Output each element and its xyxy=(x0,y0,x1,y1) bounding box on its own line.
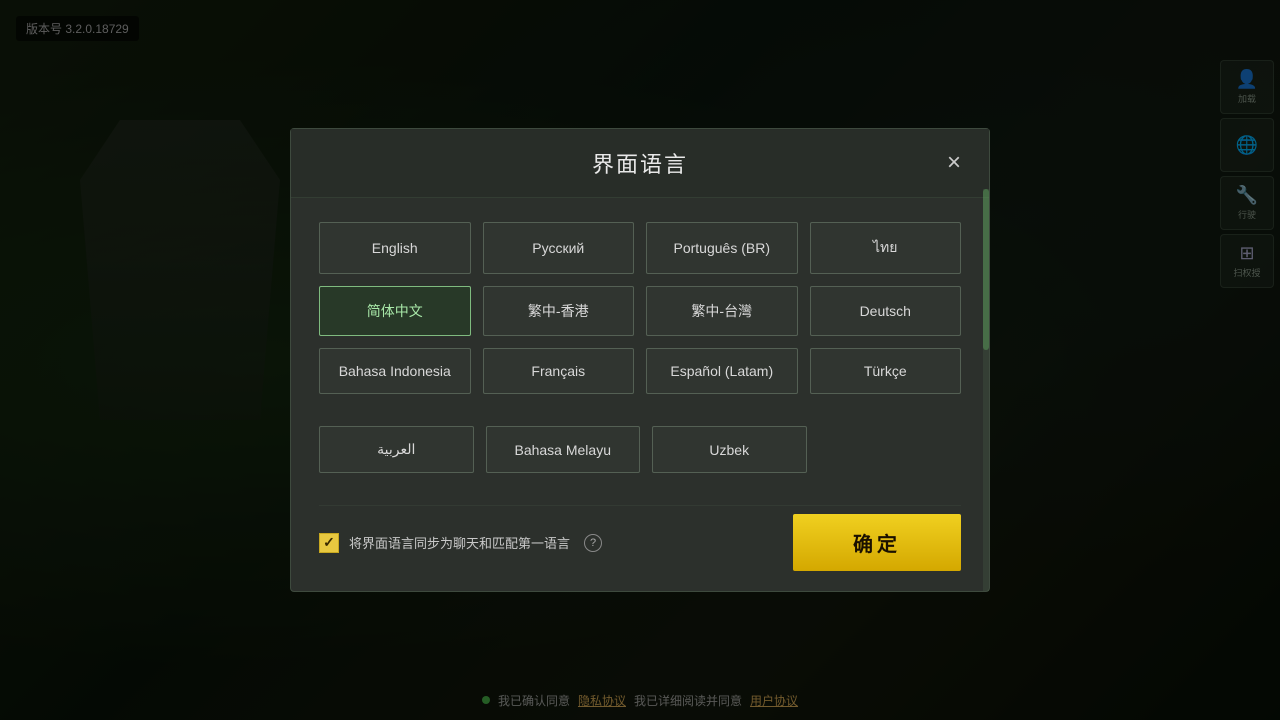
lang-btn-english[interactable]: English xyxy=(319,222,471,274)
modal-scrollbar-thumb xyxy=(983,189,989,350)
modal-scrollbar xyxy=(983,189,989,591)
lang-btn-uzbek[interactable]: Uzbek xyxy=(652,426,807,473)
lang-btn-bahasa-melayu[interactable]: Bahasa Melayu xyxy=(486,426,641,473)
modal-footer: ✓ 将界面语言同步为聊天和匹配第一语言 ? 确定 xyxy=(319,505,961,571)
checkmark-icon: ✓ xyxy=(323,534,335,551)
modal-title: 界面语言 xyxy=(592,147,688,179)
lang-btn-deutsch[interactable]: Deutsch xyxy=(810,286,962,336)
sync-label: 将界面语言同步为聊天和匹配第一语言 xyxy=(349,533,570,552)
language-modal: 界面语言 × English Русский Português (BR) ไท… xyxy=(290,128,990,592)
lang-btn-spanish[interactable]: Español (Latam) xyxy=(646,348,798,394)
lang-btn-simplified-chinese[interactable]: 简体中文 xyxy=(319,286,471,336)
language-row-last: العربية Bahasa Melayu Uzbek xyxy=(319,426,961,473)
lang-btn-bahasa-indonesia[interactable]: Bahasa Indonesia xyxy=(319,348,471,394)
lang-btn-arabic[interactable]: العربية xyxy=(319,426,474,473)
lang-btn-trad-hk[interactable]: 繁中-香港 xyxy=(483,286,635,336)
lang-btn-french[interactable]: Français xyxy=(483,348,635,394)
help-icon[interactable]: ? xyxy=(584,534,602,552)
lang-btn-turkish[interactable]: Türkçe xyxy=(810,348,962,394)
confirm-button[interactable]: 确定 xyxy=(793,514,961,571)
lang-btn-thai[interactable]: ไทย xyxy=(810,222,962,274)
sync-checkbox[interactable]: ✓ xyxy=(319,533,339,553)
close-button[interactable]: × xyxy=(939,147,969,179)
modal-body: English Русский Português (BR) ไทย 简体中文 … xyxy=(291,198,989,591)
sync-checkbox-row: ✓ 将界面语言同步为聊天和匹配第一语言 ? xyxy=(319,533,602,553)
lang-btn-russian[interactable]: Русский xyxy=(483,222,635,274)
modal-header: 界面语言 × xyxy=(291,129,989,198)
lang-btn-trad-tw[interactable]: 繁中-台灣 xyxy=(646,286,798,336)
language-grid: English Русский Português (BR) ไทย 简体中文 … xyxy=(319,222,961,394)
lang-btn-portuguese[interactable]: Português (BR) xyxy=(646,222,798,274)
